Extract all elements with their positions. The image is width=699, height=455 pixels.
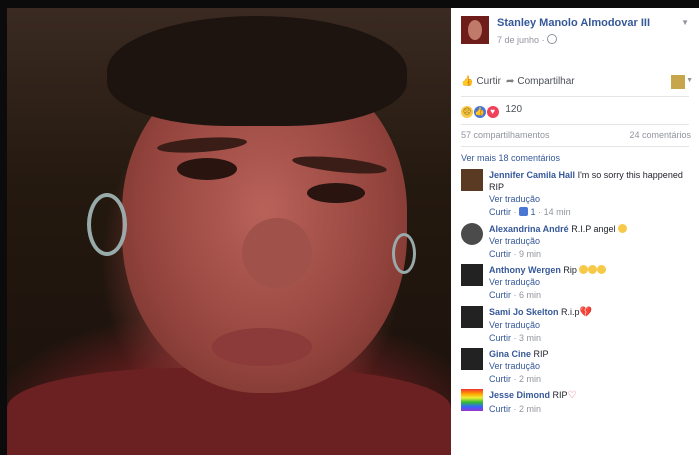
- globe-icon: [546, 34, 557, 44]
- view-more-comments-link[interactable]: Ver mais 18 comentários: [461, 153, 560, 163]
- comment-body: Anthony Wergen Rip Ver tradução Curtir ·…: [489, 264, 693, 301]
- author-avatar[interactable]: [461, 16, 489, 44]
- comment-meta: Curtir · 6 min: [489, 290, 542, 300]
- comment-time[interactable]: 6 min: [519, 290, 541, 300]
- viewer-avatar[interactable]: [671, 75, 685, 89]
- comment-like-button[interactable]: Curtir: [489, 207, 511, 217]
- commenter-name[interactable]: Anthony Wergen: [489, 265, 561, 275]
- comment-meta: Curtir · 2 min: [489, 374, 542, 384]
- photo-hair: [107, 16, 407, 126]
- photo-lips: [212, 328, 312, 366]
- comment-text: R.i.p: [561, 307, 580, 317]
- reaction-count: 120: [505, 104, 523, 115]
- comment-time[interactable]: 14 min: [544, 207, 571, 217]
- comment-time[interactable]: 2 min: [519, 404, 541, 414]
- comment-meta: Curtir · 9 min: [489, 249, 542, 259]
- commenter-avatar[interactable]: [461, 348, 483, 370]
- love-icon: ♥: [486, 106, 499, 118]
- comment-body: Sami Jo Skelton R.i.p💔 Ver tradução Curt…: [489, 306, 693, 344]
- post-side-panel: Stanley Manolo Almodovar III 7 de junho …: [451, 8, 699, 455]
- thumbs-up-icon: 👍: [461, 76, 474, 87]
- photo-earring-right: [392, 233, 416, 274]
- comment-body: Jesse Dimond RIP♡ Curtir · 2 min: [489, 389, 693, 415]
- commenter-avatar[interactable]: [461, 264, 483, 286]
- shares-link[interactable]: 57 compartilhamentos: [461, 130, 550, 140]
- heart-icon: ♡: [567, 390, 577, 401]
- photo-eye-right: [307, 183, 365, 203]
- comment-body: Gina Cine RIP Ver tradução Curtir · 2 mi…: [489, 348, 693, 385]
- comment-meta: Curtir · 1 · 14 min: [489, 207, 571, 217]
- post-date: 7 de junho ·: [497, 34, 557, 45]
- post-date-text[interactable]: 7 de junho: [497, 35, 539, 45]
- reactions-summary[interactable]: ☹ 👍 ♥ 120: [461, 104, 522, 120]
- comment-meta: Curtir · 3 min: [489, 333, 542, 343]
- comment-like-button[interactable]: Curtir: [489, 374, 511, 384]
- see-translation-link[interactable]: Ver tradução: [489, 193, 693, 205]
- comment-like-button[interactable]: Curtir: [489, 333, 511, 343]
- like-button[interactable]: 👍 Curtir: [461, 76, 501, 87]
- post-header: Stanley Manolo Almodovar III 7 de junho …: [461, 16, 697, 56]
- photo-eye-left: [177, 158, 237, 180]
- comment-text: RIP: [533, 349, 549, 359]
- commenter-name[interactable]: Alexandrina André: [489, 224, 569, 234]
- comment-meta: Curtir · 2 min: [489, 404, 542, 414]
- divider: [461, 96, 689, 97]
- commenter-name[interactable]: Gina Cine: [489, 349, 531, 359]
- comment-time[interactable]: 9 min: [519, 249, 541, 259]
- comment-like-button[interactable]: Curtir: [489, 249, 511, 259]
- post-actions: 👍 Curtir ➦ Compartilhar ▼: [461, 75, 693, 92]
- post-photo[interactable]: [7, 8, 451, 455]
- sad-emoji-icon: [597, 265, 607, 274]
- commenter-avatar[interactable]: [461, 389, 483, 411]
- divider: [461, 124, 689, 125]
- smile-emoji-icon: [618, 224, 628, 233]
- sad-emoji-icon: [579, 265, 589, 274]
- see-translation-link[interactable]: Ver tradução: [489, 319, 693, 331]
- chevron-down-icon[interactable]: ▼: [686, 77, 693, 84]
- comment-time[interactable]: 2 min: [519, 374, 541, 384]
- see-translation-link[interactable]: Ver tradução: [489, 360, 693, 372]
- commenter-avatar[interactable]: [461, 306, 483, 328]
- comment-body: Jennifer Camila Hall I'm so sorry this h…: [489, 169, 693, 218]
- comment-text: R.I.P angel: [571, 224, 616, 234]
- comment-time[interactable]: 3 min: [519, 333, 541, 343]
- like-icon: 👍: [473, 106, 486, 118]
- commenter-name[interactable]: Jennifer Camila Hall: [489, 170, 575, 180]
- photo-viewer-backdrop: Stanley Manolo Almodovar III 7 de junho …: [0, 0, 699, 455]
- comment-like-button[interactable]: Curtir: [489, 290, 511, 300]
- author-name[interactable]: Stanley Manolo Almodovar III: [497, 17, 650, 29]
- see-translation-link[interactable]: Ver tradução: [489, 276, 693, 288]
- divider: [461, 146, 689, 147]
- thumbs-up-icon: [519, 207, 529, 216]
- comment-body: Alexandrina André R.I.P angel Ver traduç…: [489, 223, 693, 260]
- share-arrow-icon: ➦: [506, 76, 515, 87]
- share-button[interactable]: ➦ Compartilhar: [506, 76, 575, 87]
- commenter-avatar[interactable]: [461, 169, 483, 191]
- commenter-avatar[interactable]: [461, 223, 483, 245]
- comment-like-button[interactable]: Curtir: [489, 404, 511, 414]
- comment-text: RIP: [552, 390, 568, 400]
- photo-nose: [242, 218, 312, 288]
- commenter-name[interactable]: Sami Jo Skelton: [489, 307, 559, 317]
- comment-text: Rip: [563, 265, 577, 275]
- comments-count-link[interactable]: 24 comentários: [629, 130, 691, 140]
- sad-icon: ☹: [461, 106, 473, 118]
- broken-heart-icon: 💔: [579, 307, 593, 318]
- photo-earring-left: [87, 193, 127, 256]
- sad-emoji-icon: [588, 265, 598, 274]
- commenter-name[interactable]: Jesse Dimond: [489, 390, 550, 400]
- chevron-down-icon[interactable]: ▼: [681, 18, 689, 27]
- see-translation-link[interactable]: Ver tradução: [489, 235, 693, 247]
- comment-like-count[interactable]: 1: [531, 207, 536, 217]
